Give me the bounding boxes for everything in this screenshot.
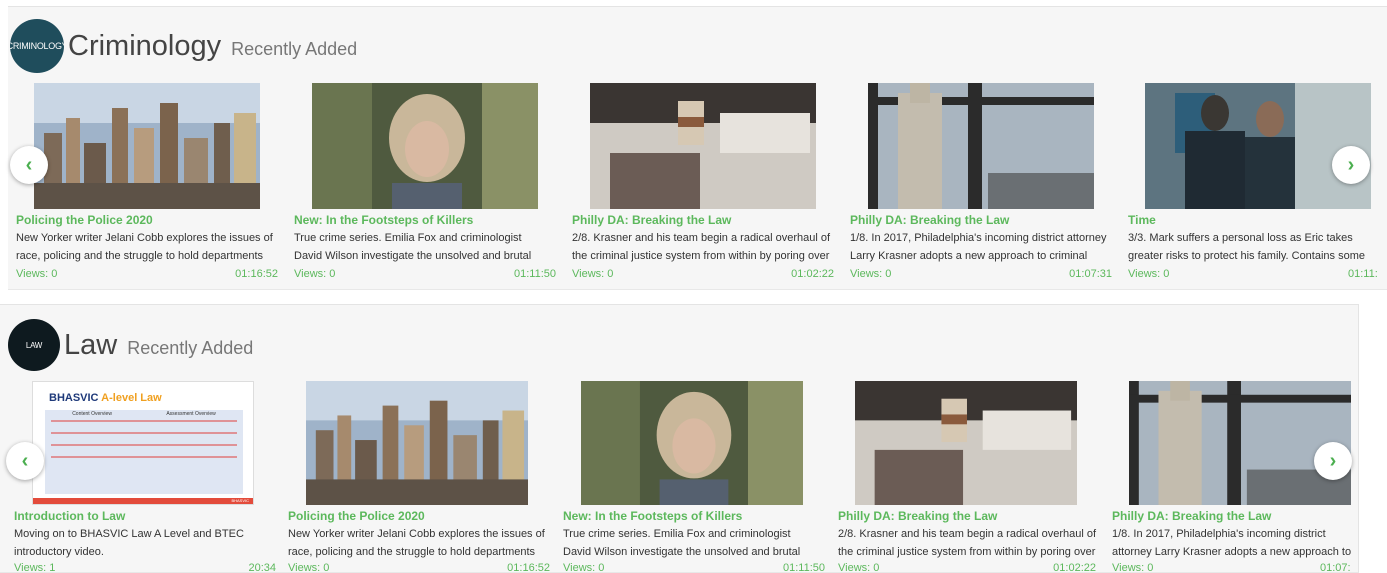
section-subtitle: Recently Added bbox=[231, 38, 358, 59]
video-thumbnail[interactable] bbox=[1129, 381, 1351, 505]
video-description: 3/3. Mark suffers a personal loss as Eri… bbox=[1128, 232, 1365, 262]
video-title[interactable]: Introduction to Law bbox=[14, 509, 276, 523]
video-description: True crime series. Emilia Fox and crimin… bbox=[563, 528, 801, 558]
video-thumbnail[interactable]: BHASVIC A-level Law Content Overview Ass… bbox=[32, 381, 254, 505]
view-count: Views: 0 bbox=[1128, 268, 1170, 280]
chevron-left-icon: ‹ bbox=[21, 449, 29, 472]
video-card[interactable]: Philly DA: Breaking the Law 2/8. Krasner… bbox=[572, 83, 834, 283]
view-count: Views: 0 bbox=[288, 562, 330, 571]
chevron-right-icon: › bbox=[1329, 449, 1337, 472]
video-card[interactable]: Philly DA: Breaking the Law 2/8. Krasner… bbox=[838, 381, 1100, 571]
video-title[interactable]: Time bbox=[1128, 213, 1387, 227]
section-title[interactable]: Law bbox=[64, 329, 117, 362]
section-criminology: CRIMINOLOGY Criminology Recently Added P… bbox=[8, 6, 1387, 290]
slide-col-right: Assessment Overview bbox=[166, 411, 216, 417]
video-card[interactable]: Policing the Police 2020 New Yorker writ… bbox=[16, 83, 278, 283]
section-law: LAW Law Recently Added BHASVIC A-level L… bbox=[0, 304, 1359, 573]
video-thumbnail[interactable] bbox=[868, 83, 1094, 209]
video-thumbnail[interactable] bbox=[590, 83, 816, 209]
video-duration: 01:07:31 bbox=[1069, 268, 1112, 280]
carousel-next-button[interactable]: › bbox=[1314, 442, 1352, 480]
view-count: Views: 1 bbox=[14, 562, 56, 571]
video-duration: 01:11: bbox=[1348, 268, 1378, 280]
category-logo[interactable]: LAW bbox=[8, 319, 60, 371]
video-description: 1/8. In 2017, Philadelphia's incoming di… bbox=[1112, 528, 1352, 558]
video-title[interactable]: Philly DA: Breaking the Law bbox=[1112, 509, 1358, 523]
view-count: Views: 0 bbox=[294, 268, 336, 280]
section-header: LAW Law Recently Added bbox=[8, 319, 253, 371]
video-title[interactable]: Philly DA: Breaking the Law bbox=[838, 509, 1100, 523]
video-title[interactable]: New: In the Footsteps of Killers bbox=[294, 213, 556, 227]
section-header: CRIMINOLOGY Criminology Recently Added bbox=[10, 19, 357, 73]
video-card[interactable]: New: In the Footsteps of Killers True cr… bbox=[294, 83, 556, 283]
video-duration: 01:11:50 bbox=[513, 268, 556, 280]
video-card[interactable]: New: In the Footsteps of Killers True cr… bbox=[563, 381, 825, 571]
video-title[interactable]: Philly DA: Breaking the Law bbox=[572, 213, 834, 227]
category-logo[interactable]: CRIMINOLOGY bbox=[10, 19, 64, 73]
view-count: Views: 0 bbox=[1112, 562, 1154, 571]
video-carousel: BHASVIC A-level Law Content Overview Ass… bbox=[0, 381, 1358, 571]
video-description: New Yorker writer Jelani Cobb explores t… bbox=[288, 528, 545, 558]
carousel-next-button[interactable]: › bbox=[1332, 146, 1370, 184]
video-duration: 01:11:50 bbox=[782, 562, 825, 571]
slide-table: Content Overview Assessment Overview bbox=[45, 410, 243, 494]
video-thumbnail[interactable] bbox=[1145, 83, 1371, 209]
view-count: Views: 0 bbox=[838, 562, 880, 571]
video-description: New Yorker writer Jelani Cobb explores t… bbox=[16, 232, 273, 262]
carousel-prev-button[interactable]: ‹ bbox=[10, 146, 48, 184]
view-count: Views: 0 bbox=[563, 562, 605, 571]
section-subtitle: Recently Added bbox=[127, 337, 254, 358]
slide-heading: A-level Law bbox=[101, 392, 162, 404]
video-card[interactable]: Philly DA: Breaking the Law 1/8. In 2017… bbox=[850, 83, 1112, 283]
view-count: Views: 0 bbox=[16, 268, 58, 280]
video-thumbnail[interactable] bbox=[34, 83, 260, 209]
video-title[interactable]: Philly DA: Breaking the Law bbox=[850, 213, 1112, 227]
video-duration: 01:16:52 bbox=[235, 268, 278, 280]
carousel-prev-button[interactable]: ‹ bbox=[6, 442, 44, 480]
video-thumbnail[interactable] bbox=[312, 83, 538, 209]
video-description: 2/8. Krasner and his team begin a radica… bbox=[838, 528, 1097, 558]
video-duration: 01:02:22 bbox=[791, 268, 834, 280]
video-carousel: Policing the Police 2020 New Yorker writ… bbox=[8, 83, 1387, 283]
chevron-right-icon: › bbox=[1347, 153, 1355, 176]
chevron-left-icon: ‹ bbox=[25, 153, 33, 176]
video-thumbnail[interactable] bbox=[306, 381, 528, 505]
video-duration: 01:16:52 bbox=[507, 562, 550, 571]
view-count: Views: 0 bbox=[572, 268, 614, 280]
slide-col-left: Content Overview bbox=[72, 411, 112, 417]
video-title[interactable]: New: In the Footsteps of Killers bbox=[563, 509, 825, 523]
slide-brand: BHASVIC bbox=[49, 392, 99, 404]
video-description: 1/8. In 2017, Philadelphia's incoming di… bbox=[850, 232, 1107, 262]
video-title[interactable]: Policing the Police 2020 bbox=[288, 509, 550, 523]
video-card[interactable]: Policing the Police 2020 New Yorker writ… bbox=[288, 381, 550, 571]
video-description: Moving on to BHASVIC Law A Level and BTE… bbox=[14, 528, 244, 558]
video-duration: 01:07: bbox=[1320, 562, 1351, 571]
video-description: 2/8. Krasner and his team begin a radica… bbox=[572, 232, 831, 262]
video-description: True crime series. Emilia Fox and crimin… bbox=[294, 232, 532, 262]
video-thumbnail[interactable] bbox=[581, 381, 803, 505]
video-thumbnail[interactable] bbox=[855, 381, 1077, 505]
video-card[interactable]: BHASVIC A-level Law Content Overview Ass… bbox=[14, 381, 276, 571]
view-count: Views: 0 bbox=[850, 268, 892, 280]
video-duration: 01:02:22 bbox=[1053, 562, 1096, 571]
section-title[interactable]: Criminology bbox=[68, 30, 221, 63]
video-title[interactable]: Policing the Police 2020 bbox=[16, 213, 278, 227]
video-duration: 20:34 bbox=[248, 562, 276, 571]
slide-footer: BHASVIC bbox=[231, 498, 249, 503]
